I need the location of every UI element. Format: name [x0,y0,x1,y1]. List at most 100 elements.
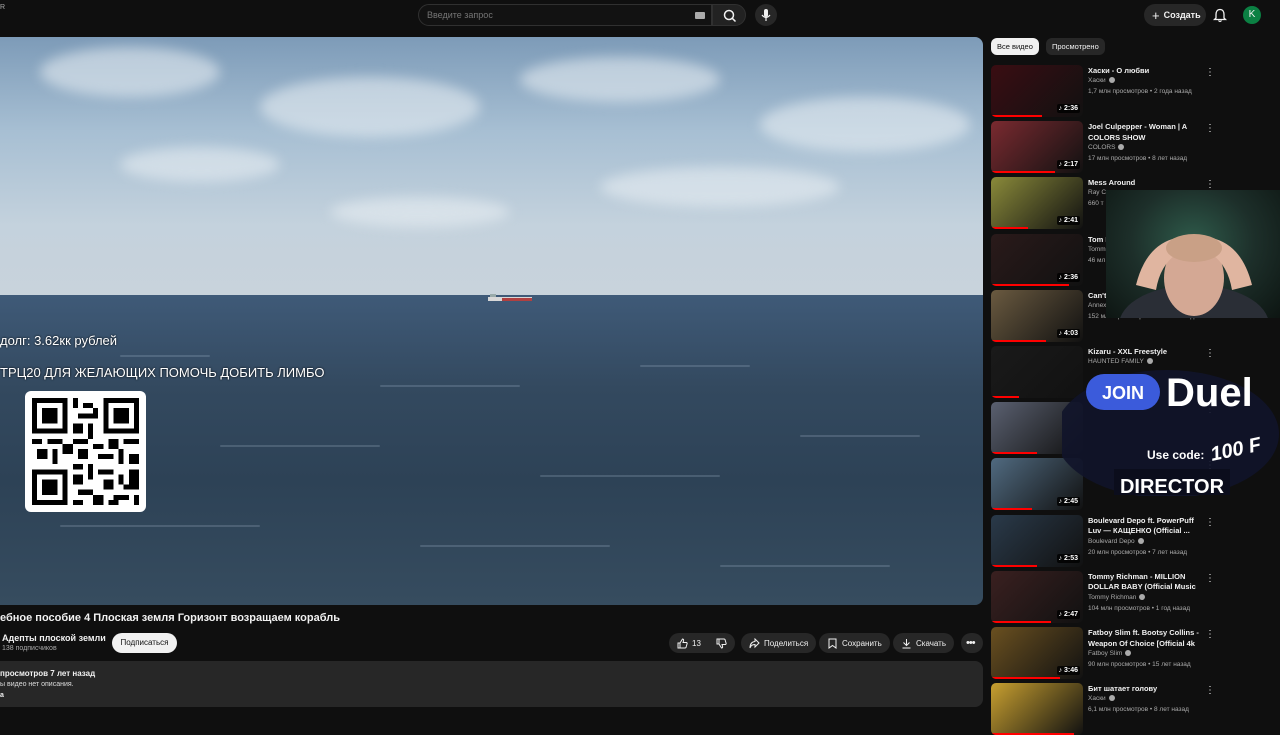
verified-icon [1146,358,1153,365]
more-actions-button[interactable]: ••• [961,633,983,653]
video-thumbnail[interactable]: ♪ 4:03 [991,289,1083,342]
channel-name[interactable]: COLORS [1088,144,1125,151]
kebab-icon[interactable]: ⋮ [1205,179,1215,190]
channel-name[interactable]: HAUNTED FAMILY [1088,358,1153,365]
video-stats: 20 млн просмотров • 7 лет назад [1088,548,1188,556]
video-thumbnail[interactable]: ♪ 2:47 [991,570,1083,623]
chip-watched[interactable]: Просмотрено [1046,38,1105,55]
share-label: Поделиться [764,638,809,648]
channel-name[interactable]: Адепты плоской земли [2,633,106,643]
keyboard-icon[interactable] [695,12,705,19]
video-stats: 1,7 млн просмотров • 2 года назад [1088,88,1192,95]
kebab-icon[interactable]: ⋮ [1205,348,1215,359]
watch-progress-bar [991,227,1028,230]
channel-name-text: Tommy Richman [1088,593,1137,601]
download-icon [902,638,911,648]
video-duration: ♪ 2:36 [1056,104,1080,113]
channel-name[interactable]: Tommy Richman [1088,593,1146,601]
voice-search-button[interactable] [755,4,777,26]
video-duration: ♪ 2:45 [1056,497,1080,507]
save-button[interactable]: Сохранить [819,633,890,653]
watch-progress-bar [991,396,1019,398]
channel-name-text: Ray C [1088,189,1107,197]
recommendation-item[interactable]: ♪ 2:53 Boulevard Depo ft. PowerPuff Luv … [991,514,1221,567]
dislike-button[interactable] [709,633,735,653]
video-stats: 104 млн просмотров • 1 год назад [1088,604,1191,612]
verified-icon [1118,144,1125,151]
video-sky [0,37,983,307]
chip-all-videos[interactable]: Все видео [991,38,1039,55]
description-more[interactable]: а [0,692,4,699]
like-button[interactable]: 13 [669,633,709,653]
video-duration: ♪ 2:41 [1056,216,1080,226]
bell-icon[interactable] [1213,8,1227,23]
search-button[interactable] [712,4,746,26]
video-thumbnail[interactable]: ♪ 3:46 [991,627,1083,679]
kebab-icon[interactable]: ⋮ [1205,573,1215,584]
recommendation-item[interactable]: Бит шатает голову Хаски 6,1 млн просмотр… [991,683,1221,735]
video-thumbnail[interactable]: ♪ 2:36 [991,65,1083,117]
watch-progress-bar [991,508,1033,511]
verified-icon [1125,650,1132,657]
video-title[interactable]: Joel Culpepper - Woman | A COLORS SHOW [1088,122,1200,143]
search-box[interactable] [418,4,712,26]
channel-name-text: Хаски [1088,695,1106,703]
ad-code-text: DIRECTOR [1120,476,1225,496]
watch-progress-bar [991,564,1037,567]
video-thumbnail[interactable]: ♪ 2:53 [991,514,1083,567]
kebab-icon[interactable]: ⋮ [1205,629,1215,640]
video-player[interactable]: долг: 3.62кк рублей ТРЦ20 ДЛЯ ЖЕЛАЮЩИХ П… [0,37,983,605]
recommendation-item[interactable]: ♪ 2:36 Хаски - О любви Хаски 1,7 млн про… [991,65,1221,117]
share-button[interactable]: Поделиться [741,633,817,653]
channel-name[interactable]: Fatboy Slim [1088,650,1132,657]
subscribe-button[interactable]: Подписаться [112,633,177,653]
recommendation-item[interactable]: ♪ 3:46 Fatboy Slim ft. Bootsy Collins - … [991,627,1221,679]
watch-progress-bar [991,677,1060,679]
video-title[interactable]: Kizaru - XXL Freestyle [1088,347,1200,358]
qr-code [25,391,146,512]
video-stats: 660 т [1088,200,1104,208]
video-thumbnail[interactable]: ♪ 2:36 [991,233,1083,286]
create-label: Создать [1163,10,1201,20]
watch-progress-bar [991,171,1056,174]
video-duration: ♪ 2:17 [1056,160,1080,170]
search-icon [723,9,737,23]
download-button[interactable]: Скачать [893,633,954,653]
video-thumbnail[interactable] [991,683,1083,735]
video-sea [0,295,983,605]
kebab-icon[interactable]: ⋮ [1205,685,1215,696]
recommendation-item[interactable]: ♪ 2:17 Joel Culpepper - Woman | A COLORS… [991,121,1221,174]
search-input[interactable] [419,5,711,25]
video-title[interactable]: Tommy Richman - MILLION DOLLAR BABY (Off… [1088,572,1200,593]
video-duration: ♪ 4:03 [1056,328,1080,338]
video-thumbnail[interactable]: ♪ 2:41 [991,177,1083,230]
channel-name[interactable]: Boulevard Depo [1088,538,1144,545]
video-title[interactable]: Хаски - О любви [1088,66,1200,77]
create-button[interactable]: + Создать [1144,4,1206,26]
download-label: Скачать [916,638,946,648]
kebab-icon[interactable]: ⋮ [1205,67,1215,78]
watch-progress-bar [991,283,1070,286]
video-duration: ♪ 2:47 [1056,609,1080,619]
subscriber-count: 138 подписчиков [2,645,57,652]
channel-name[interactable]: Хаски [1088,695,1115,702]
video-title[interactable]: Бит шатает голову [1088,684,1200,695]
recommendation-item[interactable]: ♪ 2:47 Tommy Richman - MILLION DOLLAR BA… [991,570,1221,623]
ad-join-text: JOIN [1102,383,1144,403]
overlay-debt-text: долг: 3.62кк рублей [0,333,118,348]
avatar[interactable]: K [1243,6,1261,24]
kebab-icon[interactable]: ⋮ [1205,123,1215,134]
verified-icon [1139,594,1146,601]
channel-name-text: Annex [1088,301,1107,309]
kebab-icon[interactable]: ⋮ [1205,517,1215,528]
channel-name-text: HAUNTED FAMILY [1088,358,1144,365]
video-title[interactable]: Fatboy Slim ft. Bootsy Collins - Weapon … [1088,628,1200,649]
channel-name[interactable]: Хаски [1088,77,1115,84]
description-box[interactable] [0,661,983,707]
video-title[interactable]: Boulevard Depo ft. PowerPuff Luv — КАЩЕН… [1088,516,1200,537]
video-title[interactable]: Mess Around [1088,178,1200,189]
video-thumbnail[interactable]: ♪ 2:17 [991,121,1083,174]
top-bar: R + Создать K [0,0,1280,32]
corner-text: R [0,4,6,11]
more-icon: ••• [966,637,976,649]
